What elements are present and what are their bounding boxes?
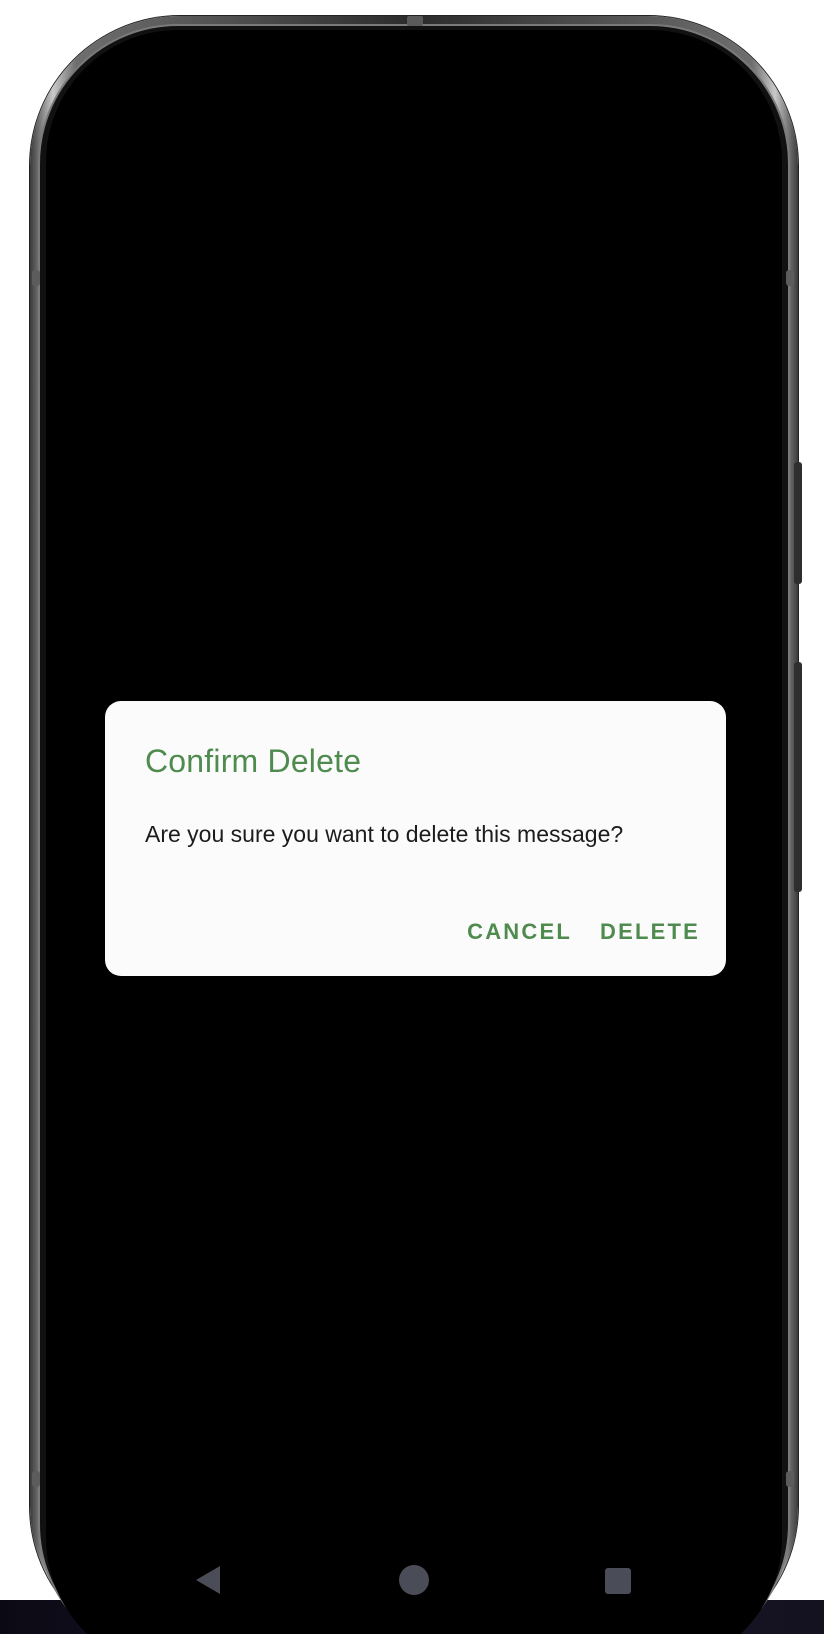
recents-icon[interactable]: [605, 1568, 631, 1594]
dialog-title: Confirm Delete: [145, 743, 362, 779]
confirm-delete-dialog: Confirm Delete Are you sure you want to …: [105, 701, 726, 976]
delete-button[interactable]: DELETE: [600, 919, 700, 945]
volume-button[interactable]: [794, 462, 802, 584]
cancel-button[interactable]: CANCEL: [467, 919, 572, 945]
frame-antenna-line: [32, 1471, 40, 1487]
frame-antenna-line: [786, 270, 794, 286]
dialog-message: Are you sure you want to delete this mes…: [145, 821, 624, 847]
device-stage: Confirm Delete Are you sure you want to …: [0, 0, 824, 1634]
back-icon[interactable]: [196, 1566, 220, 1594]
frame-antenna-line: [786, 1471, 794, 1487]
power-button[interactable]: [794, 662, 802, 892]
navigation-bar: [46, 1560, 782, 1604]
home-icon[interactable]: [399, 1565, 429, 1595]
dialog-actions: CANCEL DELETE: [467, 919, 700, 945]
speaker-grille: [407, 16, 423, 26]
frame-antenna-line: [32, 270, 40, 286]
